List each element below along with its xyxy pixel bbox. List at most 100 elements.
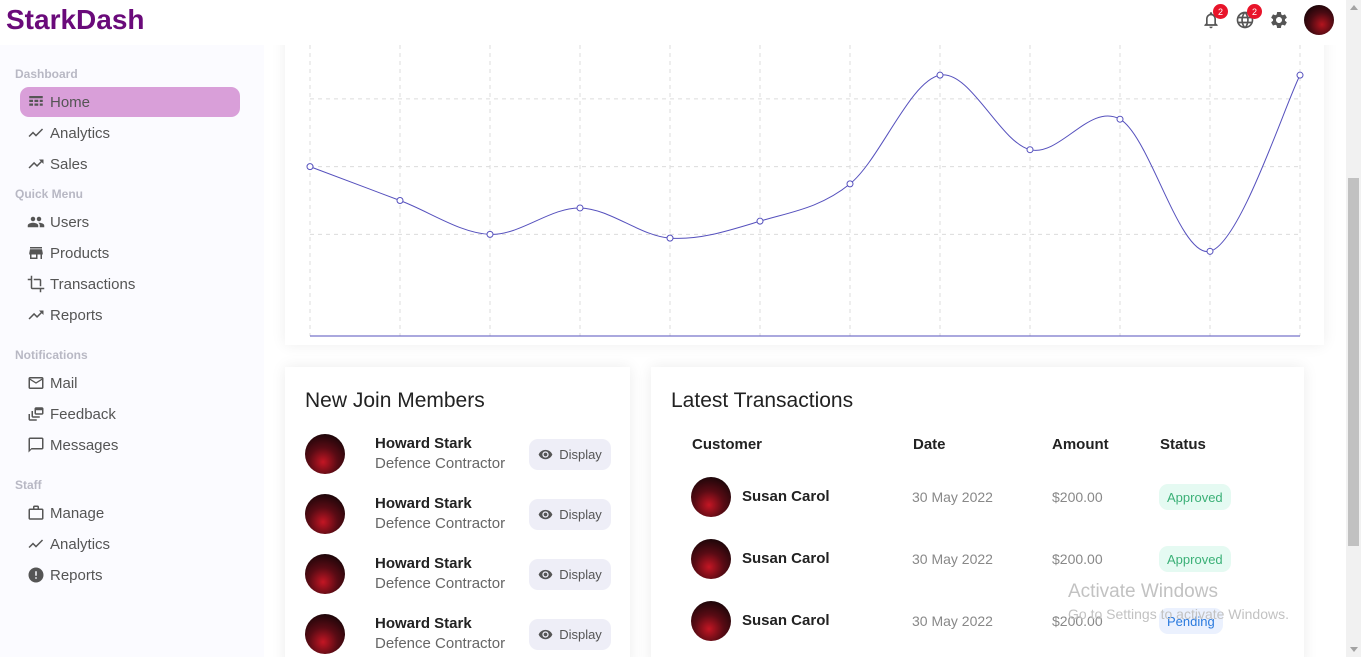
list-item: Howard Stark Defence Contractor Display (305, 614, 615, 656)
globe-icon[interactable]: 2 (1234, 4, 1262, 31)
trending-up-icon (26, 305, 46, 325)
eye-icon (538, 449, 553, 460)
transaction-amount: $200.00 (1052, 551, 1103, 567)
list-item: Howard Stark Defence Contractor Display (305, 554, 615, 596)
sidebar-item-products[interactable]: Products (20, 238, 240, 268)
avatar (305, 614, 345, 654)
data-point (576, 204, 584, 212)
users-icon (26, 212, 46, 232)
avatar (305, 494, 345, 534)
sidebar-item-sales[interactable]: Sales (20, 149, 240, 179)
sidebar-item-label: Analytics (50, 535, 111, 553)
x-tick-label: Mar (478, 342, 502, 345)
widget-title: Latest Transactions (671, 389, 854, 412)
column-header-customer: Customer (692, 436, 763, 453)
scroll-down-arrow[interactable] (1350, 647, 1358, 652)
table-row: Susan Carol 30 May 2022 $200.00 Approved (691, 539, 1291, 579)
data-point (936, 71, 944, 79)
home-icon (26, 92, 46, 112)
section-title-notifications: Notifications (15, 348, 88, 362)
transaction-date: 30 May 2022 (912, 613, 993, 629)
data-point (1296, 71, 1304, 79)
column-header-date: Date (913, 436, 946, 453)
app-logo[interactable]: StarkDash (6, 4, 145, 36)
list-item: Howard Stark Defence Contractor Display (305, 494, 615, 536)
bell-icon[interactable]: 2 (1200, 4, 1228, 31)
transaction-date: 30 May 2022 (912, 551, 993, 567)
main-content: Feb Mar Ap May Jun Jul Aug Sep Oct Nov Dec New Joi… (264, 25, 1346, 657)
mail-icon (26, 373, 46, 393)
data-point (1116, 115, 1124, 123)
storefront-icon (26, 243, 46, 263)
member-title: Defence Contractor (375, 575, 506, 592)
dynamic-feed-icon (26, 404, 46, 424)
eye-icon (538, 629, 553, 640)
scroll-thumb[interactable] (1348, 178, 1359, 546)
status-badge[interactable]: Approved (1159, 546, 1231, 572)
windows-activation-watermark: Activate Windows (1068, 581, 1218, 602)
sidebar-item-mail[interactable]: Mail (20, 368, 240, 398)
display-button-label: Display (559, 567, 602, 582)
column-header-status: Status (1160, 436, 1206, 453)
member-title: Defence Contractor (375, 515, 506, 532)
display-button[interactable]: Display (529, 499, 611, 530)
data-point (1026, 146, 1034, 154)
sidebar-item-users[interactable]: Users (20, 207, 240, 237)
sidebar-item-label: Home (50, 93, 91, 111)
sidebar-item-home[interactable]: Home (20, 87, 240, 117)
trending-up-icon (26, 154, 46, 174)
crop-icon (26, 274, 46, 294)
display-button[interactable]: Display (529, 559, 611, 590)
sidebar-item-label: Transactions (50, 275, 136, 293)
section-title-dashboard: Dashboard (15, 67, 78, 81)
sidebar-item-analytics[interactable]: Analytics (20, 118, 240, 148)
data-point (1206, 247, 1214, 255)
notifications-badge: 2 (1213, 4, 1228, 19)
analytics-chart-card: Feb Mar Ap May Jun Jul Aug Sep Oct Nov Dec (285, 25, 1324, 345)
customer-name: Susan Carol (742, 550, 830, 567)
x-tick-label: Aug (928, 342, 953, 345)
report-icon (26, 565, 46, 585)
x-tick-label: May (657, 342, 683, 345)
scroll-up-arrow[interactable] (1350, 5, 1358, 10)
widget-title: New Join Members (305, 389, 485, 412)
windows-activation-hint: Go to Settings to activate Windows. (1068, 606, 1289, 622)
x-tick-label: Ap (571, 342, 588, 345)
x-tick-label: Sep (1018, 342, 1043, 345)
avatar (305, 434, 345, 474)
x-tick-label: Jul (841, 342, 859, 345)
briefcase-icon (26, 503, 46, 523)
member-title: Defence Contractor (375, 635, 506, 652)
sidebar-item-label: Users (50, 213, 90, 231)
sidebar-item-transactions[interactable]: Transactions (20, 269, 240, 299)
avatar[interactable] (1304, 5, 1334, 35)
sidebar-item-messages[interactable]: Messages (20, 430, 240, 460)
timeline-icon (26, 123, 46, 143)
sidebar-item-label: Reports (50, 566, 103, 584)
sidebar-item-label: Feedback (50, 405, 116, 423)
avatar (691, 601, 731, 641)
gear-icon[interactable] (1268, 9, 1290, 31)
sidebar-item-staff-reports[interactable]: Reports (20, 560, 240, 590)
x-tick-label: Oct (1109, 342, 1131, 345)
page-scrollbar[interactable] (1346, 0, 1361, 657)
member-name: Howard Stark (375, 555, 472, 572)
sidebar: Dashboard Home Analytics Sales Quick Men… (0, 45, 264, 657)
sidebar-item-label: Manage (50, 504, 105, 522)
sidebar-item-feedback[interactable]: Feedback (20, 399, 240, 429)
sidebar-item-reports[interactable]: Reports (20, 300, 240, 330)
sidebar-item-staff-analytics[interactable]: Analytics (20, 529, 240, 559)
status-badge[interactable]: Approved (1159, 484, 1231, 510)
display-button-label: Display (559, 447, 602, 462)
line-chart: Feb Mar Ap May Jun Jul Aug Sep Oct Nov Dec (306, 45, 1312, 345)
list-item: Howard Stark Defence Contractor Display (305, 434, 615, 476)
topbar: StarkDash 2 2 (0, 0, 1346, 45)
data-point (756, 217, 764, 225)
sidebar-item-label: Sales (50, 155, 88, 173)
sidebar-item-manage[interactable]: Manage (20, 498, 240, 528)
display-button[interactable]: Display (529, 619, 611, 650)
x-tick-label: Nov (1198, 342, 1223, 345)
display-button-label: Display (559, 507, 602, 522)
sidebar-item-label: Reports (50, 306, 103, 324)
display-button[interactable]: Display (529, 439, 611, 470)
